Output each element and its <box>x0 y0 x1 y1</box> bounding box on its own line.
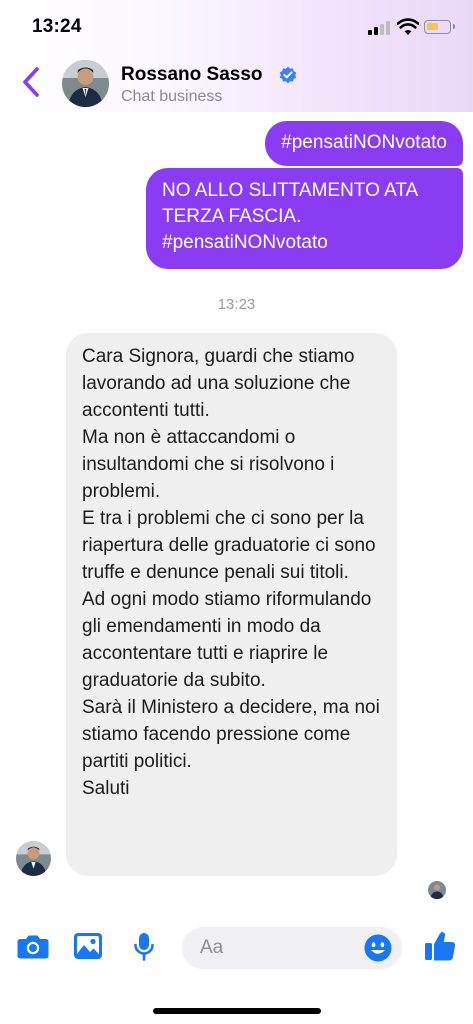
message-paragraph: Saluti <box>82 778 130 799</box>
emoji-icon[interactable] <box>364 934 392 962</box>
outgoing-message[interactable]: #pensatiNONvotato <box>265 121 463 166</box>
image-icon[interactable] <box>73 932 103 960</box>
message-input[interactable] <box>200 927 360 969</box>
message-input-container[interactable] <box>182 927 402 969</box>
verified-badge-icon <box>279 66 297 84</box>
message-text: NO ALLO SLITTAMENTO ATA TERZA FASCIA. #p… <box>162 180 418 253</box>
chat-header: Rossano Sasso Chat business <box>0 56 473 112</box>
status-bar: 13:24 <box>0 0 473 56</box>
message-timestamp: 13:23 <box>217 296 256 313</box>
camera-icon[interactable] <box>17 932 49 960</box>
message-paragraph: Sarà il Ministero a decidere, ma noi sti… <box>82 697 380 772</box>
thumbs-up-icon[interactable] <box>423 929 457 963</box>
home-indicator[interactable] <box>153 1008 321 1014</box>
chevron-left-icon[interactable] <box>20 65 42 99</box>
message-text: #pensatiNONvotato <box>281 132 447 153</box>
message-paragraph: Ma non è attaccandomi o insultandomi che… <box>82 427 335 502</box>
battery-low-icon <box>424 20 455 34</box>
message-paragraph: E tra i problemi che ci sono per la riap… <box>82 508 376 583</box>
message-paragraph: Cara Signora, guardi che stiamo lavorand… <box>82 346 355 421</box>
sender-avatar[interactable] <box>16 841 51 876</box>
contact-name[interactable]: Rossano Sasso <box>121 64 263 86</box>
read-receipt-avatar <box>428 881 446 899</box>
status-time: 13:24 <box>32 16 82 37</box>
outgoing-message[interactable]: NO ALLO SLITTAMENTO ATA TERZA FASCIA. #p… <box>146 168 463 269</box>
contact-avatar[interactable] <box>62 60 109 107</box>
message-composer <box>0 918 473 978</box>
microphone-icon[interactable] <box>133 932 155 962</box>
wifi-icon <box>397 18 419 35</box>
signal-bars-icon <box>368 21 390 35</box>
message-paragraph: Ad ogni modo stiamo riformulando gli eme… <box>82 589 372 691</box>
contact-subtitle: Chat business <box>121 88 223 105</box>
incoming-message[interactable]: Cara Signora, guardi che stiamo lavorand… <box>66 333 397 876</box>
